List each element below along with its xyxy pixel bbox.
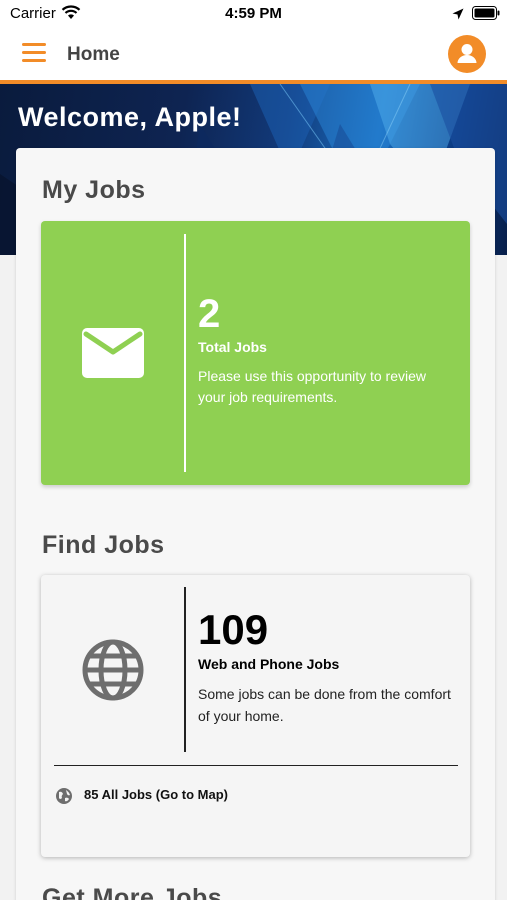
profile-avatar-button[interactable] (448, 35, 486, 73)
status-bar: Carrier 4:59 PM (0, 0, 507, 28)
globe-icon (81, 638, 145, 707)
get-more-jobs-heading: Get More Jobs (42, 884, 223, 900)
battery-icon (472, 6, 500, 25)
all-jobs-map-link-label: 85 All Jobs (Go to Map) (84, 787, 228, 802)
my-jobs-heading: My Jobs (42, 176, 146, 204)
total-jobs-description: Please use this opportunity to review yo… (198, 368, 427, 405)
welcome-title: Welcome, Apple! (18, 102, 242, 132)
user-icon (457, 44, 477, 63)
all-jobs-map-link[interactable]: 85 All Jobs (Go to Map) (55, 786, 275, 806)
small-globe-icon (55, 787, 73, 810)
find-jobs-divider (184, 587, 186, 752)
web-phone-jobs-label: Web and Phone Jobs (198, 656, 340, 672)
my-jobs-divider (184, 234, 186, 472)
find-jobs-separator (54, 765, 458, 766)
status-time: 4:59 PM (225, 5, 282, 22)
find-jobs-heading: Find Jobs (42, 531, 165, 559)
web-phone-jobs-description: Some jobs can be done from the comfort o… (198, 686, 451, 724)
total-jobs-count: 2 (198, 292, 221, 336)
web-phone-jobs-count: 109 (198, 606, 269, 653)
home-screen: Carrier 4:59 PM Home Welcome, Apple! My … (0, 0, 507, 900)
total-jobs-label: Total Jobs (198, 339, 267, 355)
hamburger-menu-icon[interactable] (22, 43, 46, 63)
location-arrow-icon (452, 7, 464, 25)
page-title: Home (67, 44, 120, 65)
mail-icon (82, 328, 144, 383)
